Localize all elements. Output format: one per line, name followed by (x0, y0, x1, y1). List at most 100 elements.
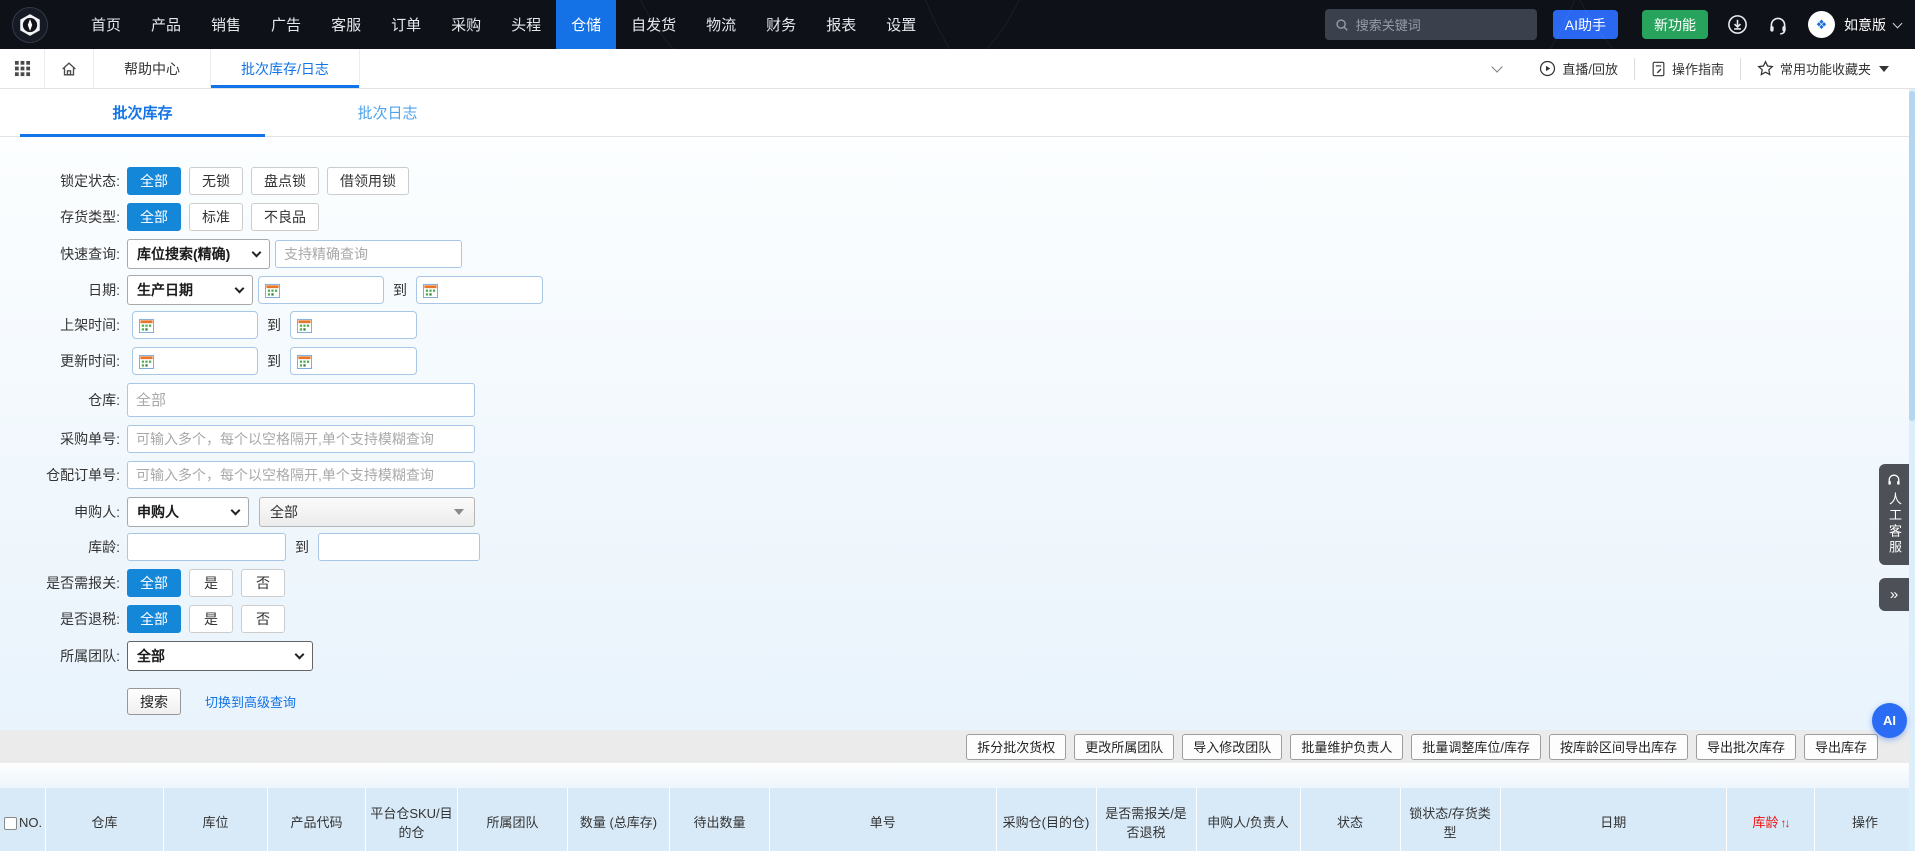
applicant-type-select[interactable]: 申购人 (127, 497, 249, 527)
nav-item[interactable]: 物流 (691, 0, 751, 49)
date-to-input[interactable] (416, 276, 543, 304)
tax-refund-option[interactable]: 否 (241, 605, 285, 633)
tab-help-center[interactable]: 帮助中心 (94, 49, 211, 88)
live-replay-link[interactable]: 直播/回放 (1523, 58, 1634, 80)
applicant-combobox[interactable]: 全部 (259, 497, 475, 527)
nav-item[interactable]: 报表 (811, 0, 871, 49)
download-icon[interactable] (1727, 14, 1748, 35)
lock-status-option[interactable]: 无锁 (189, 167, 243, 195)
nav-item[interactable]: 财务 (751, 0, 811, 49)
version-menu[interactable]: 如意版 (1844, 15, 1903, 35)
allocation-no-input[interactable] (127, 461, 475, 489)
app-logo-icon[interactable] (12, 6, 48, 43)
tax-refund-option[interactable]: 全部 (127, 605, 181, 633)
purchase-no-input[interactable] (127, 425, 475, 453)
nav-item[interactable]: 头程 (496, 0, 556, 49)
lock-status-label: 锁定状态: (60, 173, 120, 189)
action-button[interactable]: 按库龄区间导出库存 (1548, 733, 1688, 760)
customer-service-tab[interactable]: 人工客服 (1879, 464, 1909, 565)
nav-item[interactable]: 采购 (436, 0, 496, 49)
customs-option[interactable]: 否 (241, 569, 285, 597)
applicant-label: 申购人: (74, 504, 120, 520)
action-button[interactable]: 更改所属团队 (1074, 733, 1175, 760)
shelf-time-to-input[interactable] (290, 311, 417, 339)
subtab[interactable]: 批次日志 (265, 89, 510, 136)
subtab[interactable]: 批次库存 (20, 89, 265, 137)
stock-type-option[interactable]: 全部 (127, 203, 181, 231)
tax-refund-option[interactable]: 是 (189, 605, 233, 633)
update-time-from-input[interactable] (132, 347, 258, 375)
apps-grid-icon[interactable] (0, 49, 45, 88)
action-button[interactable]: 导出库存 (1803, 733, 1878, 760)
filter-row-applicant: 申购人: 申购人 全部 (27, 497, 1915, 527)
nav-item[interactable]: 销售 (196, 0, 256, 49)
favorites-menu[interactable]: 常用功能收藏夹 (1741, 58, 1905, 80)
column-header-date: 日期 (1501, 788, 1727, 851)
stock-type-option[interactable]: 不良品 (251, 203, 319, 231)
column-header-product-code: 产品代码 (268, 788, 366, 851)
lock-status-option[interactable]: 全部 (127, 167, 181, 195)
tab-list-chevron-icon[interactable] (1491, 60, 1504, 73)
collapse-sidebar-button[interactable]: » (1879, 578, 1909, 611)
operation-guide-link[interactable]: 操作指南 (1635, 58, 1740, 80)
action-button[interactable]: 批量维护负责人 (1290, 733, 1404, 760)
column-header-quantity: 数量 (总库存) (568, 788, 670, 851)
home-icon[interactable] (45, 49, 94, 88)
column-header-operation: 操作 (1851, 815, 1878, 831)
date-from-input[interactable] (258, 276, 384, 304)
column-header-platform-sku: 平台仓SKU/目的仓 (366, 788, 458, 851)
vertical-scrollbar[interactable] (1909, 89, 1915, 851)
column-header-lock-type: 锁状态/存货类型 (1401, 788, 1501, 851)
filter-row-tax-refund: 是否退税: 全部是否 (27, 605, 1915, 633)
stock-type-option[interactable]: 标准 (189, 203, 243, 231)
to-label: 到 (295, 539, 309, 555)
nav-item[interactable]: 自发货 (616, 0, 691, 49)
column-header-purchase-warehouse: 采购仓(目的仓) (997, 788, 1097, 851)
action-button[interactable]: 拆分批次货权 (966, 733, 1067, 760)
nav-item[interactable]: 首页 (76, 0, 136, 49)
ai-assistant-button[interactable]: AI助手 (1552, 10, 1618, 39)
nav-item[interactable]: 设置 (871, 0, 931, 49)
tab-bar-tools: 直播/回放 操作指南 常用功能收藏夹 (1491, 49, 1915, 88)
warehouse-label: 仓库: (88, 392, 120, 408)
select-all-checkbox[interactable] (4, 816, 17, 830)
customs-option[interactable]: 全部 (127, 569, 181, 597)
nav-item[interactable]: 仓储 (556, 0, 617, 49)
warehouse-input[interactable] (127, 383, 475, 417)
lock-status-option[interactable]: 借领用锁 (327, 167, 409, 195)
lock-status-option[interactable]: 盘点锁 (251, 167, 319, 195)
calendar-icon (139, 354, 154, 369)
action-button[interactable]: 导入修改团队 (1182, 733, 1283, 760)
nav-item[interactable]: 客服 (316, 0, 376, 49)
nav-item[interactable]: 产品 (136, 0, 196, 49)
team-select[interactable]: 全部 (127, 641, 313, 671)
stock-age-to-input[interactable] (318, 533, 480, 561)
stock-age-from-input[interactable] (127, 533, 286, 561)
pre-table-gap (0, 763, 1915, 788)
ai-floating-button[interactable]: AI (1872, 703, 1907, 738)
shelf-time-from-input[interactable] (132, 311, 258, 339)
headset-icon[interactable] (1767, 14, 1789, 36)
global-search-input[interactable]: 搜索关键词 (1324, 9, 1537, 40)
search-button[interactable]: 搜索 (127, 688, 181, 715)
action-button[interactable]: 批量调整库位/库存 (1411, 733, 1541, 760)
new-feature-button[interactable]: 新功能 (1642, 10, 1708, 39)
quick-query-select[interactable]: 库位搜索(精确) (127, 239, 270, 269)
filter-row-date: 日期: 生产日期 到 (27, 275, 1915, 305)
customs-option[interactable]: 是 (189, 569, 233, 597)
column-header-pending-qty: 待出数量 (670, 788, 770, 851)
scrollbar-thumb[interactable] (1909, 91, 1915, 421)
column-label: 库龄 (1752, 815, 1779, 831)
user-avatar[interactable]: ❖ (1808, 11, 1835, 38)
quick-query-input[interactable] (275, 240, 462, 268)
column-header-stock-age-sort[interactable]: 库龄 ↑↓ (1727, 788, 1815, 851)
update-time-to-input[interactable] (290, 347, 417, 375)
nav-item[interactable]: 广告 (256, 0, 316, 49)
team-label: 所属团队: (60, 648, 120, 664)
advanced-query-link[interactable]: 切换到高级查询 (205, 692, 296, 711)
action-button[interactable]: 导出批次库存 (1695, 733, 1796, 760)
date-type-select[interactable]: 生产日期 (127, 275, 253, 305)
nav-item[interactable]: 订单 (376, 0, 436, 49)
customer-service-label: 人工客服 (1887, 492, 1902, 556)
tab-batch-inventory-log[interactable]: 批次库存/日志 (211, 49, 360, 88)
